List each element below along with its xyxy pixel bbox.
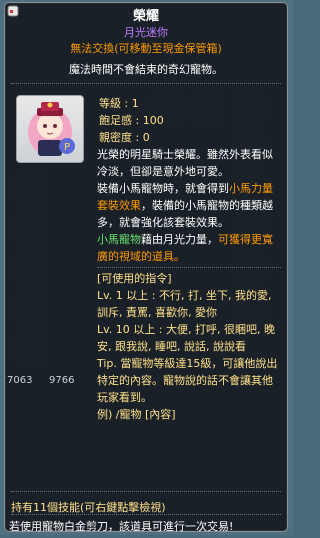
item-tooltip: 榮耀 月光迷你 無法交換(可移動至現金保管箱) 魔法時間不會結束的奇幻寵物。 P… bbox=[4, 2, 288, 533]
paragraph-set-effect: 裝備小馬寵物時，就會得到小馬力量套裝效果，裝備的小馬寵物的種類越多，就會強化該套… bbox=[97, 182, 273, 229]
pet-portrait: P bbox=[16, 95, 84, 163]
item-description: 魔法時間不會結束的奇幻寵物。 bbox=[69, 63, 223, 76]
commands-lv10: Lv. 10 以上 : 大便, 打呼, 很睏吧, 晚安, 跟我說, 睡吧, 說話… bbox=[97, 323, 275, 353]
commands-header: [可使用的指令] bbox=[97, 272, 172, 285]
svg-text:P: P bbox=[64, 142, 70, 153]
divider bbox=[11, 514, 281, 515]
paragraph-moon: 小馬寵物藉由月光力量，可獲得更寬廣的視域的道具。 bbox=[97, 233, 273, 263]
skill-count: 持有11個技能(可右鍵點擊檢視) bbox=[11, 501, 166, 514]
item-subtitle: 月光迷你 bbox=[124, 26, 168, 39]
stat-level: 等級 : 1 bbox=[99, 97, 139, 110]
divider bbox=[11, 491, 281, 492]
tip-text: Tip. 當寵物等級達15級，可讓他說出特定的內容。寵物說的話不會讓其他玩家看到… bbox=[97, 357, 278, 404]
ghost-number: 9766 bbox=[49, 375, 75, 386]
paragraph-intro: 光榮的明星騎士榮耀。雖然外表看似冷淡，但卻是意外地可愛。 bbox=[97, 148, 273, 178]
scissors-notice: 若使用寵物白金剪刀，該道具可進行一次交易! bbox=[9, 520, 234, 533]
divider bbox=[11, 83, 281, 84]
pet-body-text: 光榮的明星騎士榮耀。雖然外表看似冷淡，但卻是意外地可愛。 裝備小馬寵物時，就會得… bbox=[97, 146, 281, 423]
example-text: 例) /寵物 [內容] bbox=[97, 408, 176, 421]
divider bbox=[97, 267, 281, 268]
pet-stats: 等級 : 1 飽足感 : 100 親密度 : 0 bbox=[99, 95, 164, 146]
item-title: 榮耀 bbox=[132, 9, 159, 24]
trade-notice: 無法交換(可移動至現金保管箱) bbox=[70, 42, 222, 55]
stat-fullness: 飽足感 : 100 bbox=[99, 114, 164, 127]
commands-lv1: Lv. 1 以上 : 不行, 打, 坐下, 我的愛, 訓斥, 責罵, 喜歡你, … bbox=[97, 289, 272, 319]
pet-portrait-icon: P bbox=[17, 102, 83, 165]
stat-affinity: 親密度 : 0 bbox=[99, 131, 150, 144]
ghost-number: 7063 bbox=[7, 375, 33, 386]
